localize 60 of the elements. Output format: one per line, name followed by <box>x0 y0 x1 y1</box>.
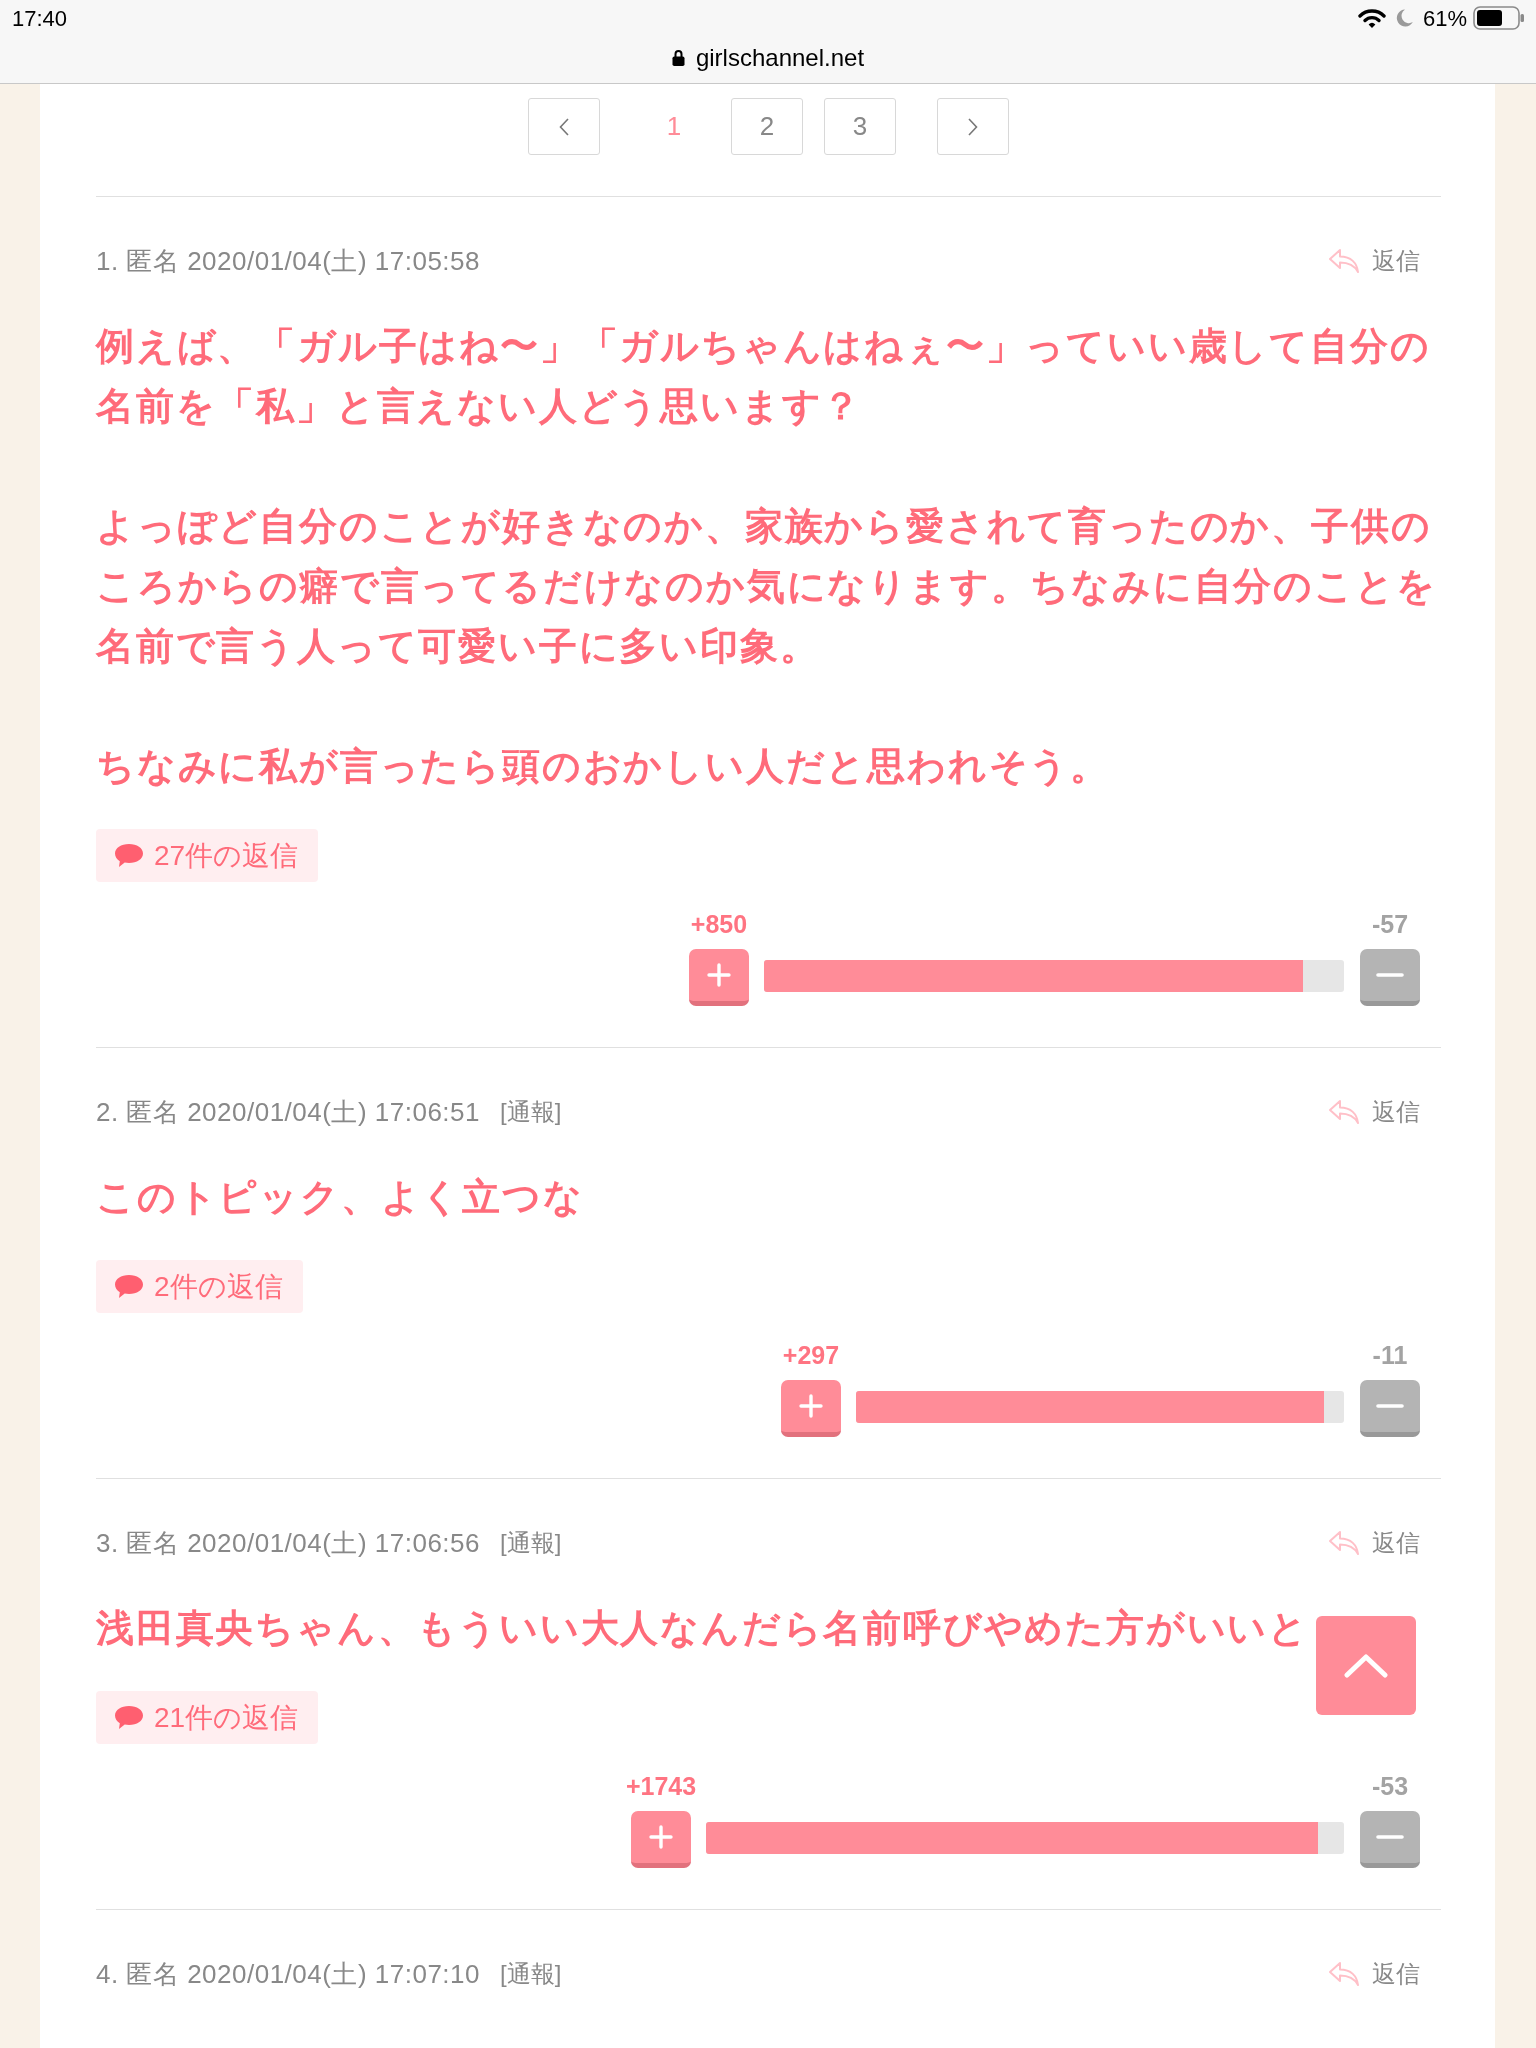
plus-button[interactable] <box>781 1380 841 1437</box>
minus-count: -11 <box>1372 1341 1408 1369</box>
battery-icon <box>1473 6 1525 30</box>
battery-percent: 61% <box>1422 4 1467 33</box>
comment-meta: 4. 匿名 2020/01/04(土) 17:07:10 <box>96 1957 480 1991</box>
comment-text: 例えば、「ガル子はね〜」「ガルちゃんはねぇ〜」っていい歳して自分の名前を「私」と言えない人どう思います？ <box>96 324 1432 429</box>
minus-button[interactable] <box>1360 1811 1420 1868</box>
url-text[interactable]: girlschannel.net <box>695 39 865 76</box>
minus-button[interactable] <box>1360 1380 1420 1437</box>
reply-button[interactable]: 返信 <box>1328 1094 1420 1130</box>
speech-bubble-icon <box>114 1274 144 1299</box>
lock-icon <box>671 49 685 66</box>
next-page-button[interactable] <box>937 98 1009 155</box>
replies-button[interactable]: 2件の返信 <box>96 1260 303 1313</box>
comment-text: ちなみに私が言ったら頭のおかしい人だと思われそう。 <box>96 744 1111 789</box>
chevron-right-icon <box>968 117 978 136</box>
comment-meta: 2. 匿名 2020/01/04(土) 17:06:51 <box>96 1095 480 1129</box>
comment-text: よっぽど自分のことが好きなのか、家族から愛されて育ったのか、子供のころからの癖で言ってるだけなのか気になります。ちなみに自分のことを名前で言う人って可愛い子に多い印象。 <box>96 504 1438 669</box>
minus-icon <box>1376 1835 1404 1839</box>
chevron-up-icon <box>1344 1653 1388 1678</box>
wifi-icon <box>1357 7 1386 29</box>
minus-icon <box>1376 1404 1404 1408</box>
status-time: 17:40 <box>12 4 68 33</box>
plus-icon <box>799 1394 823 1418</box>
previous-page-button[interactable] <box>528 98 600 155</box>
moon-icon <box>1395 9 1413 27</box>
replies-button[interactable]: 21件の返信 <box>96 1691 319 1744</box>
minus-count: -57 <box>1371 910 1409 938</box>
speech-bubble-icon <box>114 843 144 868</box>
plus-icon <box>649 1825 673 1849</box>
comment-meta: 3. 匿名 2020/01/04(土) 17:06:56 <box>96 1526 480 1560</box>
reply-button[interactable]: 返信 <box>1328 1525 1420 1561</box>
reply-icon <box>1328 1530 1360 1556</box>
plus-count: +1743 <box>625 1772 697 1800</box>
minus-button[interactable] <box>1360 949 1420 1006</box>
reply-icon <box>1328 248 1360 274</box>
plus-button[interactable] <box>689 949 749 1006</box>
reply-button[interactable]: 返信 <box>1328 1956 1420 1992</box>
report-link[interactable]: [通報] <box>500 1956 562 1992</box>
comment-text: 浅田真央ちゃん、もういい大人なんだら名前呼びやめた方がいいと <box>96 1606 1310 1651</box>
report-link[interactable]: [通報] <box>500 1525 562 1561</box>
plus-icon <box>707 963 731 987</box>
plus-button[interactable] <box>631 1811 691 1868</box>
reply-button[interactable]: 返信 <box>1328 243 1420 279</box>
replies-button[interactable]: 27件の返信 <box>96 829 319 882</box>
report-link[interactable]: [通報] <box>500 1094 562 1130</box>
plus-count: +850 <box>690 910 748 938</box>
comment-text: このトピック、よく立つな <box>96 1175 585 1220</box>
scroll-top-button[interactable] <box>1316 1616 1416 1715</box>
speech-bubble-icon <box>114 1705 144 1730</box>
reply-icon <box>1328 1099 1360 1125</box>
plus-count: +297 <box>782 1341 840 1369</box>
comment-meta: 1. 匿名 2020/01/04(土) 17:05:58 <box>96 244 480 278</box>
chevron-left-icon <box>559 117 569 136</box>
page-link[interactable]: 1 <box>638 98 710 155</box>
page-link[interactable]: 3 <box>824 98 896 155</box>
minus-count: -53 <box>1371 1772 1409 1800</box>
minus-icon <box>1376 973 1404 977</box>
reply-icon <box>1328 1961 1360 1987</box>
page-link[interactable]: 2 <box>731 98 803 155</box>
